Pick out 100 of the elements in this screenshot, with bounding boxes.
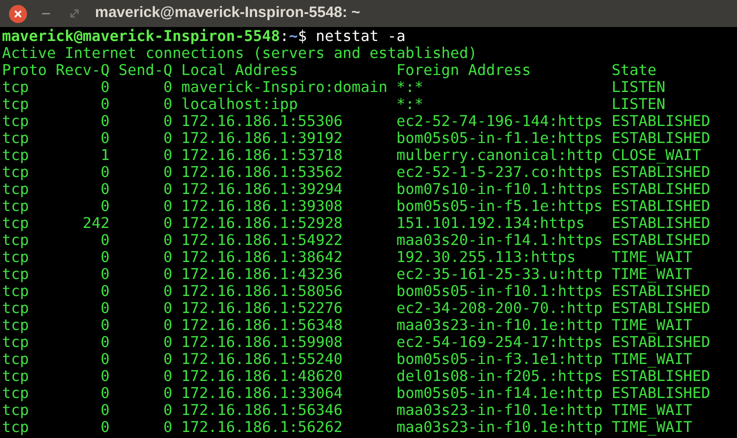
table-cell-text: 172.16.186.1:54922 (180, 232, 344, 249)
table-cell-text: tcp (2, 300, 30, 317)
table-cell-text: 172.16.186.1:48620 (180, 368, 344, 385)
table-cell-text: ec2-52-74-196-144:https (395, 113, 603, 130)
table-cell-text: 172.16.186.1:55240 (180, 351, 344, 368)
table-cell-text: 172.16.186.1:52928 (180, 215, 344, 232)
table-cell-text: bom05s05-in-f5.1e:https (395, 198, 603, 215)
table-cell-text: mulberry.canonical:http (395, 147, 603, 164)
table-cell-text: TIME_WAIT (610, 419, 694, 436)
table-cell-text: tcp (2, 402, 30, 419)
table-cell-text: 172.16.186.1:56262 (180, 419, 344, 436)
table-cell-text: 172.16.186.1:43236 (180, 266, 344, 283)
table-cell-text: bom05s05-in-f3.1e1:http (395, 351, 603, 368)
table-cell-text: ec2-34-208-200-70.:http (395, 300, 603, 317)
table-cell-text: 0 (100, 334, 110, 351)
table-cell-text: 172.16.186.1:58056 (180, 283, 344, 300)
table-cell-text: tcp (2, 419, 30, 436)
table-cell-text: ESTABLISHED (610, 164, 710, 181)
table-cell-text: 0 (100, 79, 110, 96)
column-header: Recv-Q (56, 62, 110, 79)
table-cell-text: tcp (2, 130, 30, 147)
table-cell-text: 0 (162, 317, 172, 334)
command-text: netstat -a (314, 28, 406, 45)
table-cell-text: 0 (100, 317, 110, 334)
table-cell-text: maa03s23-in-f10.1e:http (395, 419, 603, 436)
table-cell-text: ESTABLISHED (610, 181, 710, 198)
table-cell-text: ESTABLISHED (610, 368, 710, 385)
table-cell-text: 0 (100, 113, 110, 130)
table-cell-text: 192.30.255.113:https (395, 249, 576, 266)
table-cell-text: 0 (162, 113, 172, 130)
table-cell-text: TIME_WAIT (610, 402, 694, 419)
table-cell-text: ESTABLISHED (610, 215, 710, 232)
table-cell-text: 0 (162, 79, 172, 96)
table-cell-text: tcp (2, 164, 30, 181)
table-cell-text: ESTABLISHED (610, 232, 710, 249)
table-cell-text: TIME_WAIT (610, 249, 694, 266)
table-cell-text: 172.16.186.1:39308 (180, 198, 344, 215)
table-cell-text: 172.16.186.1:39294 (180, 181, 344, 198)
table-cell-text: ESTABLISHED (610, 113, 710, 130)
table-cell-text: tcp (2, 266, 30, 283)
table-cell-text: tcp (2, 215, 30, 232)
table-cell-text: bom05s05-in-f10.1:https (395, 283, 603, 300)
table-cell-text: ESTABLISHED (610, 283, 710, 300)
table-cell-text: ESTABLISHED (610, 130, 710, 147)
table-cell-text: localhost:ipp (180, 96, 298, 113)
table-cell-text: tcp (2, 181, 30, 198)
table-cell-text: 172.16.186.1:53562 (180, 164, 344, 181)
output-line: Active Internet connections (servers and established) (2, 45, 478, 62)
table-cell-text: 0 (162, 164, 172, 181)
table-cell-text: *:* (395, 79, 424, 96)
table-cell-text: tcp (2, 79, 30, 96)
close-button[interactable] (9, 4, 27, 22)
table-cell-text: ESTABLISHED (610, 198, 710, 215)
table-cell-text: ESTABLISHED (610, 300, 710, 317)
prompt-user-host: maverick@maverick-Inspiron-5548 (2, 28, 280, 45)
table-cell-text: tcp (2, 96, 30, 113)
column-header: Local Address (180, 62, 299, 79)
table-cell-text: 0 (162, 249, 172, 266)
table-cell-text: maa03s23-in-f10.1e:http (395, 317, 603, 334)
table-cell-text: 0 (100, 164, 110, 181)
table-cell-text: ec2-52-1-5-237.co:https (395, 164, 603, 181)
table-cell-text: 0 (162, 96, 172, 113)
table-cell-text: 172.16.186.1:56348 (180, 317, 344, 334)
table-cell-text: tcp (2, 385, 30, 402)
column-header: Send-Q (118, 62, 172, 79)
column-header: State (610, 62, 658, 79)
prompt-separator: : (280, 28, 289, 45)
table-cell-text: 172.16.186.1:59908 (180, 334, 344, 351)
table-cell-text: tcp (2, 232, 30, 249)
table-cell-text: maverick-Inspiro:domain (180, 79, 388, 96)
table-cell-text: 0 (100, 385, 110, 402)
table-cell-text: 0 (100, 402, 110, 419)
table-cell-text: 0 (100, 266, 110, 283)
table-cell-text: 172.16.186.1:38642 (180, 249, 344, 266)
column-header: Proto (2, 62, 48, 79)
table-cell-text: CLOSE_WAIT (610, 147, 702, 164)
table-cell-text: tcp (2, 198, 30, 215)
table-cell-text: maa03s23-in-f10.1e:http (395, 402, 603, 419)
table-cell-text: 0 (162, 300, 172, 317)
table-cell-text: 0 (162, 266, 172, 283)
table-cell-text: 0 (162, 181, 172, 198)
table-cell-text: tcp (2, 249, 30, 266)
table-cell-text: 0 (162, 419, 172, 436)
table-cell-text: 0 (100, 368, 110, 385)
window-title: maverick@maverick-Inspiron-5548: ~ (95, 3, 360, 24)
table-cell-text: 0 (100, 283, 110, 300)
prompt-symbol: $ (298, 28, 307, 45)
table-cell-text: 0 (162, 402, 172, 419)
table-cell-text: tcp (2, 283, 30, 300)
table-cell-text: 0 (162, 351, 172, 368)
table-cell-text: 172.16.186.1:52276 (180, 300, 344, 317)
table-cell-text: TIME_WAIT (610, 266, 694, 283)
minimize-icon (42, 12, 50, 14)
table-cell-text: 172.16.186.1:55306 (180, 113, 344, 130)
table-cell-text: 0 (100, 300, 110, 317)
table-cell-text: tcp (2, 317, 30, 334)
table-cell-text: bom07s10-in-f10.1:https (395, 181, 603, 198)
table-cell-text: 1 (100, 147, 110, 164)
table-cell-text: 0 (162, 215, 172, 232)
table-cell-text: 0 (100, 198, 110, 215)
